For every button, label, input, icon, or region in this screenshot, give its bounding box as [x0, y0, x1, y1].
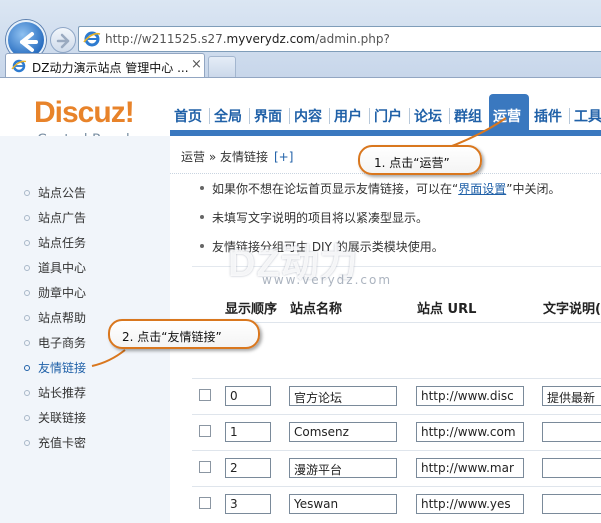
callout-step-1-text: 1. 点击“运营”	[374, 156, 450, 170]
callout-2-pointer	[91, 349, 126, 367]
callout-pointers	[91, 117, 507, 367]
callout-step-2-text: 2. 点击“友情链接”	[122, 330, 222, 344]
callout-step-1: 1. 点击“运营”	[358, 145, 482, 175]
callout-step-2: 2. 点击“友情链接”	[108, 319, 260, 349]
